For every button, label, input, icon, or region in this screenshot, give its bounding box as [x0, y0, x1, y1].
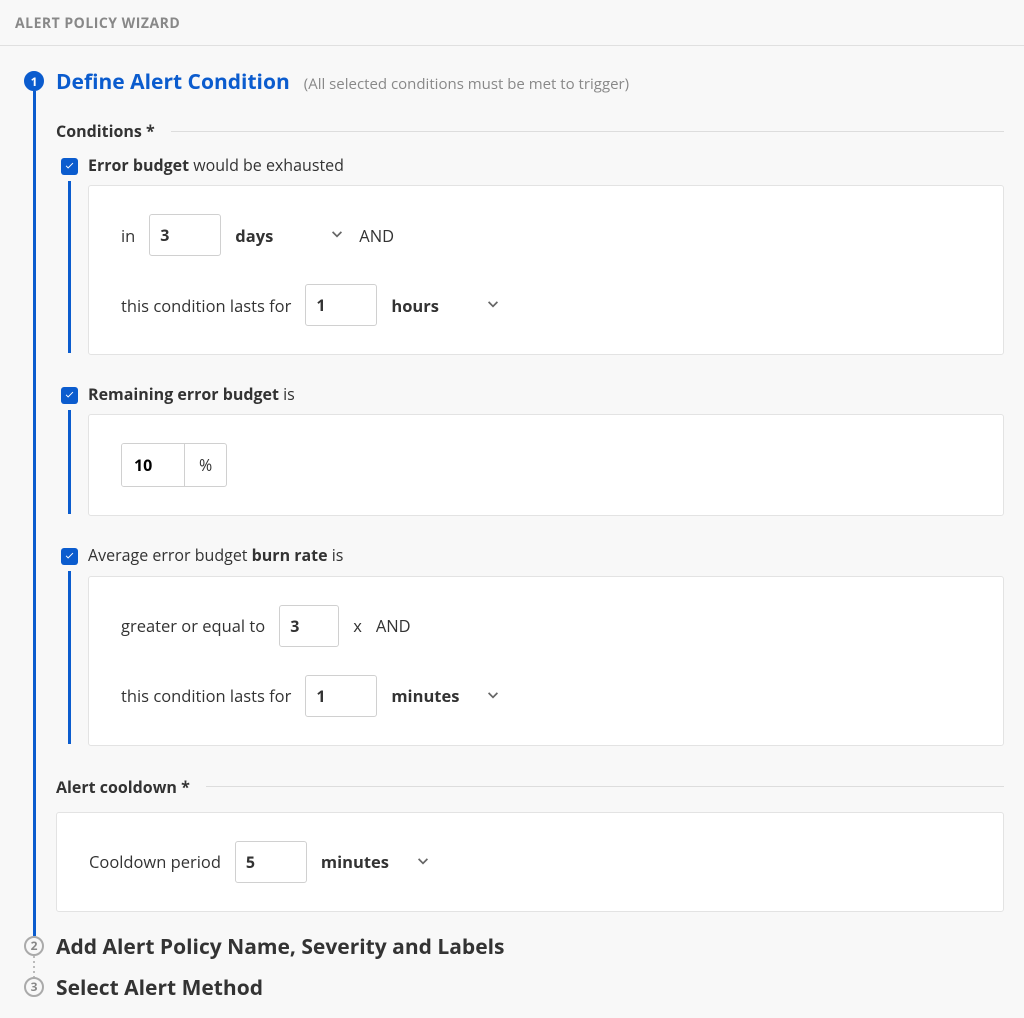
cooldown-label: Cooldown period: [89, 850, 221, 873]
divider: [171, 131, 1004, 132]
error-budget-days-input[interactable]: [149, 214, 221, 256]
burn-rate-label: Average error budget burn rate is: [88, 546, 1004, 565]
step-2-badge[interactable]: 2: [24, 936, 44, 956]
check-icon: [64, 161, 75, 172]
step-2-number: 2: [31, 937, 38, 954]
step-3-title[interactable]: Select Alert Method: [56, 977, 1004, 1000]
check-icon: [64, 390, 75, 401]
unit-select-label: minutes: [391, 684, 459, 707]
step-3-number: 3: [31, 978, 38, 995]
lasts-label: this condition lasts for: [121, 294, 291, 317]
gte-label: greater or equal to: [121, 614, 265, 637]
remaining-budget-percent-group: %: [121, 443, 227, 487]
lasts-label: this condition lasts for: [121, 684, 291, 707]
page-header: ALERT POLICY WIZARD: [0, 0, 1024, 46]
chevron-down-icon: [415, 854, 431, 870]
and-label: AND: [376, 614, 411, 637]
unit-select-label: days: [235, 224, 273, 247]
divider: [206, 786, 1004, 787]
condition-connector: [68, 571, 71, 743]
error-budget-lasts-input[interactable]: [305, 284, 377, 326]
error-budget-label-bold: Error budget: [88, 154, 189, 176]
check-icon: [64, 551, 75, 562]
step-2-gutter: 2: [14, 936, 54, 977]
unit-select-label: hours: [391, 294, 439, 317]
x-label: x: [353, 614, 362, 637]
cooldown-unit-select[interactable]: minutes: [321, 850, 431, 873]
error-budget-days-unit-select[interactable]: days: [235, 224, 345, 247]
burn-rate-lasts-input[interactable]: [305, 675, 377, 717]
burn-rate-checkbox[interactable]: [61, 548, 78, 565]
step-2-connector: [33, 956, 35, 977]
conditions-section-label: Conditions *: [56, 120, 155, 142]
step-1-gutter: 1: [14, 71, 54, 936]
step-1-subtitle: (All selected conditions must be met to …: [304, 74, 629, 94]
page-title: ALERT POLICY WIZARD: [15, 14, 180, 33]
error-budget-checkbox[interactable]: [61, 158, 78, 175]
remaining-budget-input[interactable]: [122, 444, 184, 486]
step-1-badge: 1: [24, 71, 44, 91]
burn-rate-label-rest: is: [328, 544, 344, 566]
error-budget-lasts-unit-select[interactable]: hours: [391, 294, 501, 317]
chevron-down-icon: [485, 297, 501, 313]
burn-rate-value-input[interactable]: [279, 605, 339, 647]
step-1-title: Define Alert Condition: [56, 71, 290, 94]
cooldown-value-input[interactable]: [235, 841, 307, 883]
percent-suffix: %: [184, 444, 226, 486]
remaining-budget-label: Remaining error budget is: [88, 385, 1004, 404]
remaining-budget-label-rest: is: [283, 383, 295, 405]
step-3-badge[interactable]: 3: [24, 977, 44, 997]
step-1-connector: [33, 91, 36, 936]
and-label: AND: [359, 224, 394, 247]
cooldown-section-label: Alert cooldown *: [56, 776, 190, 798]
step-1-number: 1: [31, 73, 38, 90]
step-2-title[interactable]: Add Alert Policy Name, Severity and Labe…: [56, 936, 1004, 959]
error-budget-label: Error budget would be exhausted: [88, 156, 1004, 175]
chevron-down-icon: [485, 688, 501, 704]
burn-rate-label-pre: Average error budget: [88, 544, 252, 566]
in-label: in: [121, 224, 135, 247]
remaining-budget-label-bold: Remaining error budget: [88, 383, 279, 405]
condition-connector: [68, 410, 71, 514]
error-budget-label-rest: would be exhausted: [193, 154, 344, 176]
condition-connector: [68, 181, 71, 353]
unit-select-label: minutes: [321, 850, 389, 873]
burn-rate-label-bold: burn rate: [252, 544, 328, 566]
remaining-budget-checkbox[interactable]: [61, 387, 78, 404]
burn-rate-lasts-unit-select[interactable]: minutes: [391, 684, 501, 707]
chevron-down-icon: [329, 227, 345, 243]
